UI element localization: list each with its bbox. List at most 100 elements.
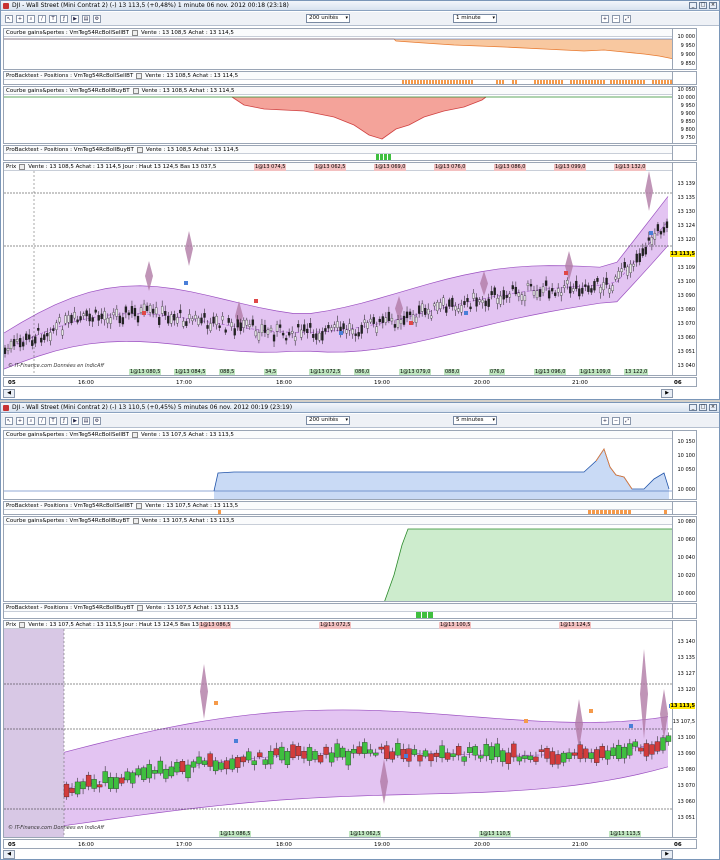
trade-tag[interactable]: 1@13 100,5 — [439, 622, 472, 629]
backtest-icon[interactable]: ▶ — [71, 15, 79, 23]
scroll-left-button[interactable]: ◀ — [3, 389, 15, 398]
trade-tag[interactable]: 1@13 069,0 — [374, 164, 407, 171]
settings-icon[interactable]: ⚙ — [93, 15, 101, 23]
trade-tag[interactable]: 1@13 062,5 — [349, 831, 382, 837]
candle — [6, 348, 10, 351]
candle — [430, 315, 433, 319]
wrench-icon[interactable] — [19, 621, 26, 628]
trade-tag[interactable]: 1@13 072,5 — [309, 369, 342, 375]
print-icon[interactable]: ▤ — [82, 417, 90, 425]
positions-panel-sell[interactable]: ProBacktest - Positions : VmTeg54RcBollS… — [3, 71, 697, 85]
candle — [215, 315, 218, 325]
price-panel[interactable]: Prix Vente : 13 107,5 Achat : 13 113,5 J… — [3, 620, 697, 838]
minimize-button[interactable]: _ — [689, 404, 697, 411]
draw-line-icon[interactable]: / — [38, 15, 46, 23]
candle — [614, 276, 617, 280]
equity-panel-sell[interactable]: Courbe gains&pertes : VmTeg54RcBollSellB… — [3, 430, 697, 500]
wrench-icon[interactable] — [19, 163, 26, 170]
trade-tag[interactable]: 1@13 074,5 — [254, 164, 287, 171]
wrench-icon[interactable] — [136, 604, 143, 611]
wrench-icon[interactable] — [132, 431, 139, 438]
trade-tag[interactable]: 1@13 086,5 — [199, 622, 232, 629]
interval-select[interactable]: 5 minutes ▾ — [453, 416, 497, 425]
wrench-icon[interactable] — [136, 502, 143, 509]
zoom-icon[interactable]: ⌕ — [27, 15, 35, 23]
trade-tag[interactable]: 086,0 — [354, 369, 371, 375]
maximize-button[interactable]: □ — [699, 2, 707, 9]
trade-tag[interactable]: 1@13 086,5 — [219, 831, 252, 837]
trade-tag[interactable]: 088,5 — [219, 369, 236, 375]
positions-panel-sell[interactable]: ProBacktest - Positions : VmTeg54RcBollS… — [3, 501, 697, 515]
units-select[interactable]: 200 unités ▾ — [306, 416, 350, 425]
trade-tag[interactable]: 1@13 072,5 — [319, 622, 352, 629]
wrench-icon[interactable] — [132, 29, 139, 36]
trade-tag[interactable]: 1@13 086,0 — [494, 164, 527, 171]
scroll-left-button[interactable]: ◀ — [3, 850, 15, 859]
zoom-out-icon[interactable]: − — [612, 417, 620, 425]
trade-tag[interactable]: 1@13 132,0 — [614, 164, 647, 171]
trade-tag[interactable]: 1@13 076,0 — [434, 164, 467, 171]
cursor-icon[interactable]: ↖ — [5, 417, 13, 425]
trade-tag[interactable]: 076,0 — [489, 369, 506, 375]
trade-tag[interactable]: 1@13 062,5 — [314, 164, 347, 171]
trade-tag[interactable]: 34,5 — [264, 369, 278, 375]
trade-tag[interactable]: 1@13 084,5 — [174, 369, 207, 375]
backtest-icon[interactable]: ▶ — [71, 417, 79, 425]
candle — [596, 278, 599, 282]
equity-panel-buy[interactable]: Courbe gains&pertes : VmTeg54RcBollBuyBT… — [3, 516, 697, 602]
trade-tag[interactable]: 1@13 099,0 — [554, 164, 587, 171]
zoom-icon[interactable]: ⌕ — [27, 417, 35, 425]
y-tick: 10 020 — [677, 573, 696, 579]
scroll-right-button[interactable]: ▶ — [661, 850, 673, 859]
close-button[interactable]: × — [709, 404, 717, 411]
trade-tag[interactable]: 1@13 124,5 — [559, 622, 592, 629]
zoom-in-icon[interactable]: + — [601, 15, 609, 23]
text-tool-icon[interactable]: T — [49, 15, 57, 23]
trade-tag[interactable]: 1@13 113,5 — [609, 831, 642, 837]
price-axis: 13 139 13 135 13 130 13 124 13 120 13 113,5 13… — [670, 163, 696, 375]
window-titlebar[interactable]: DJI - Wall Street (Mini Contrat 2) (-) 1… — [1, 1, 719, 11]
close-button[interactable]: × — [709, 2, 717, 9]
trade-tag[interactable]: 1@13 096,0 — [534, 369, 567, 375]
crosshair-icon[interactable]: + — [16, 15, 24, 23]
equity-panel-buy[interactable]: Courbe gains&pertes : VmTeg54RcBollBuyBT… — [3, 86, 697, 144]
units-select[interactable]: 200 unités ▾ — [306, 14, 350, 23]
trade-tag[interactable]: 1@13 110,5 — [479, 831, 512, 837]
candle — [342, 323, 345, 330]
candle — [475, 297, 478, 307]
text-tool-icon[interactable]: T — [49, 417, 57, 425]
interval-select[interactable]: 1 minute ▾ — [453, 14, 497, 23]
scroll-right-button[interactable]: ▶ — [661, 389, 673, 398]
zoom-out-icon[interactable]: − — [612, 15, 620, 23]
equity-panel-sell[interactable]: Courbe gains&pertes : VmTeg54RcBollSellB… — [3, 28, 697, 70]
trade-tag[interactable]: 1@13 080,5 — [129, 369, 162, 375]
time-tick: 06 — [674, 842, 682, 848]
print-icon[interactable]: ▤ — [82, 15, 90, 23]
positions-panel-buy[interactable]: ProBacktest - Positions : VmTeg54RcBollB… — [3, 603, 697, 619]
minimize-button[interactable]: _ — [689, 2, 697, 9]
window-titlebar[interactable]: DJI - Wall Street (Mini Contrat 2) (-) 1… — [1, 403, 719, 413]
settings-icon[interactable]: ⚙ — [93, 417, 101, 425]
price-panel[interactable]: Prix Vente : 13 108,5 Achat : 13 114,5 J… — [3, 162, 697, 376]
indicator-icon[interactable]: ƒ — [60, 417, 68, 425]
price-tick: 13 090 — [677, 751, 696, 757]
crosshair-icon[interactable]: + — [16, 417, 24, 425]
trade-tag[interactable]: 1@13 109,0 — [579, 369, 612, 375]
fullscreen-icon[interactable]: ⤢ — [623, 15, 631, 23]
indicator-icon[interactable]: ƒ — [60, 15, 68, 23]
wrench-icon[interactable] — [132, 517, 139, 524]
draw-line-icon[interactable]: / — [38, 417, 46, 425]
fullscreen-icon[interactable]: ⤢ — [623, 417, 631, 425]
trade-tag[interactable]: 1@13 079,0 — [399, 369, 432, 375]
trade-tag[interactable]: 088,0 — [444, 369, 461, 375]
wrench-icon[interactable] — [132, 87, 139, 94]
positions-panel-buy[interactable]: ProBacktest - Positions : VmTeg54RcBollB… — [3, 145, 697, 161]
trade-tag[interactable]: 13 122,0 — [624, 369, 649, 375]
wrench-icon[interactable] — [136, 72, 143, 79]
candle — [336, 321, 339, 328]
cursor-icon[interactable]: ↖ — [5, 15, 13, 23]
maximize-button[interactable]: □ — [699, 404, 707, 411]
chart-window-5min: DJI - Wall Street (Mini Contrat 2) (-) 1… — [0, 402, 720, 860]
wrench-icon[interactable] — [136, 146, 143, 153]
zoom-in-icon[interactable]: + — [601, 417, 609, 425]
